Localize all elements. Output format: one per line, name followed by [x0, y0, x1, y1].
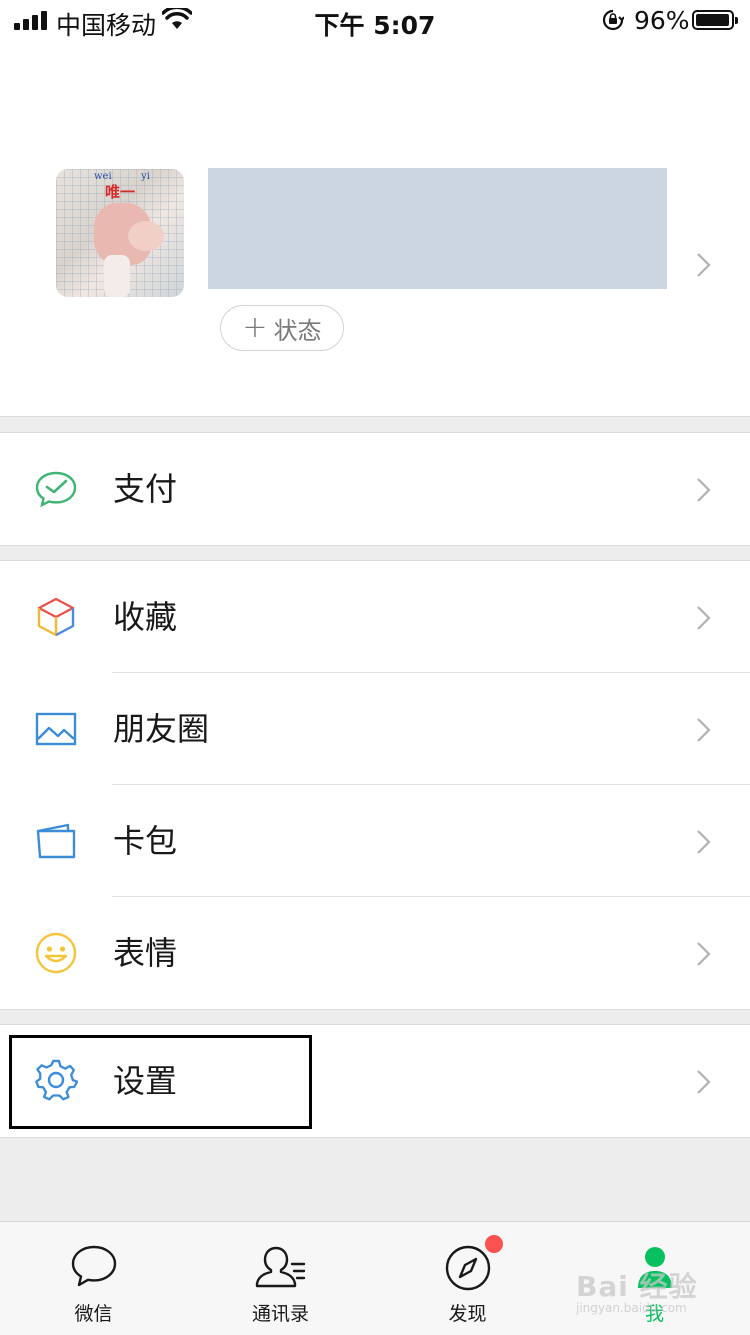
menu-item-label: 卡包 [113, 822, 178, 860]
chevron-right-icon [697, 253, 711, 277]
tab-label: 微信 [74, 1303, 113, 1325]
rotation-lock-icon [602, 9, 624, 31]
tab-discover[interactable]: 发现 [374, 1222, 561, 1335]
menu-item-favorites[interactable]: 收藏 [0, 561, 750, 673]
menu-item-pay[interactable]: 支付 [0, 433, 750, 545]
wechat-pay-icon [35, 471, 77, 508]
menu-item-moments[interactable]: 朋友圈 [0, 673, 750, 785]
tab-bar: 微信 通讯录 发现 我 Bai 经验 jingyan.baidu.com [0, 1221, 750, 1335]
redacted-name-block [208, 168, 667, 289]
chevron-right-icon [697, 830, 711, 854]
chevron-right-icon [697, 942, 711, 966]
avatar-caption: 唯一 [104, 183, 135, 201]
chevron-right-icon [697, 606, 711, 630]
moments-photo-icon [35, 712, 77, 746]
card-wallet-icon [36, 823, 76, 859]
menu-group-content: 收藏 朋友圈 卡包 表情 [0, 560, 750, 1010]
menu-item-label: 支付 [113, 470, 178, 508]
contacts-icon [255, 1246, 305, 1288]
battery-percent: 96% [634, 6, 690, 35]
chevron-right-icon [697, 1070, 711, 1094]
baidu-jingyan-watermark: Bai 经验 jingyan.baidu.com [576, 1270, 698, 1315]
compass-icon [445, 1245, 490, 1291]
profile-header[interactable]: wei yi 唯一 + 状态 [0, 40, 750, 417]
chat-bubble-icon [71, 1245, 116, 1287]
notification-badge-dot [485, 1235, 503, 1253]
battery-icon [692, 10, 738, 30]
menu-item-cards[interactable]: 卡包 [0, 785, 750, 897]
menu-item-label: 表情 [113, 934, 178, 972]
menu-item-label: 收藏 [113, 598, 178, 636]
annotation-highlight-box [9, 1035, 312, 1129]
chevron-right-icon [697, 478, 711, 502]
menu-item-stickers[interactable]: 表情 [0, 897, 750, 1009]
menu-group-pay: 支付 [0, 432, 750, 546]
status-bar: 中国移动 下午 5:07 96% [0, 0, 750, 40]
favorites-cube-icon [37, 597, 75, 637]
menu-item-label: 朋友圈 [113, 710, 210, 748]
avatar[interactable]: wei yi 唯一 [56, 169, 184, 297]
tab-label: 发现 [448, 1303, 487, 1325]
status-button-label: 状态 [273, 316, 322, 345]
plus-icon: + [242, 310, 268, 345]
chevron-right-icon [697, 718, 711, 742]
tab-chats[interactable]: 微信 [0, 1222, 187, 1335]
add-status-button[interactable]: + 状态 [220, 305, 344, 351]
tab-label: 通讯录 [251, 1303, 309, 1325]
tab-contacts[interactable]: 通讯录 [187, 1222, 374, 1335]
smiley-face-icon [35, 932, 77, 974]
